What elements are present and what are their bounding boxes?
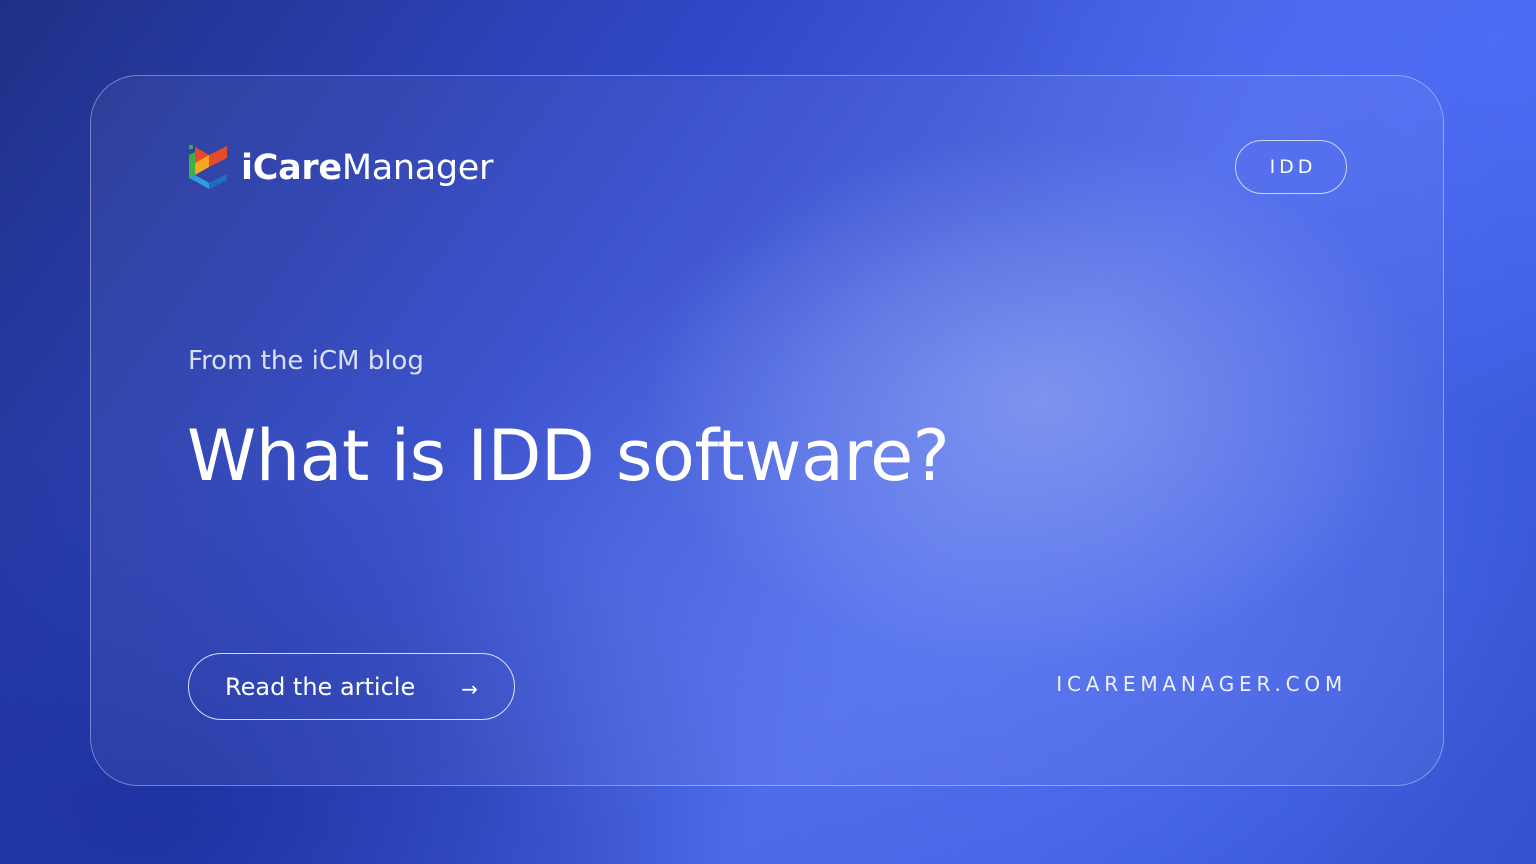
eyebrow-text: From the iCM blog <box>188 346 424 376</box>
site-url-link[interactable]: ICAREMANAGER.COM <box>1056 672 1347 696</box>
read-article-button[interactable]: Read the article → <box>188 653 515 720</box>
brand-logo[interactable]: iCareManager <box>187 142 493 194</box>
page-title: What is IDD software? <box>187 415 950 497</box>
arrow-right-icon: → <box>461 676 478 701</box>
icaremanager-logo-icon <box>189 145 227 189</box>
category-tag[interactable]: IDD <box>1235 140 1347 194</box>
brand-name-bold: iCare <box>241 147 342 188</box>
brand-name-light: Manager <box>341 147 494 188</box>
read-article-label: Read the article <box>225 672 416 701</box>
promo-card: iCareManager IDD From the iCM blog What … <box>90 75 1444 786</box>
brand-wordmark: iCareManager <box>241 147 494 188</box>
